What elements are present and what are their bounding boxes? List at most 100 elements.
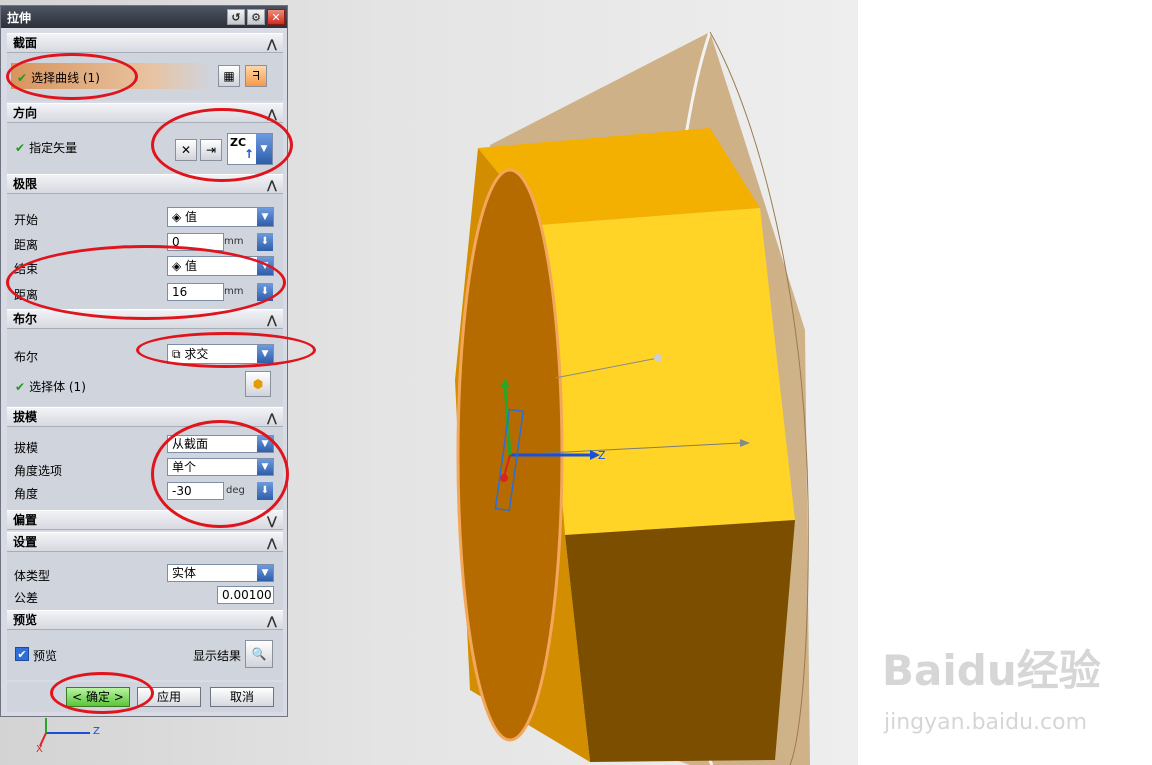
boolean-header[interactable]: 布尔 ⋀ bbox=[7, 309, 283, 329]
boolean-label: 布尔 bbox=[14, 350, 39, 364]
boolean-dropdown[interactable]: ⧉ 求交 ▼ bbox=[167, 344, 274, 364]
reset-icon[interactable]: ↺ bbox=[227, 9, 245, 25]
dialog-title: 拉伸 bbox=[7, 10, 32, 25]
section-header-label: 截面 bbox=[13, 36, 38, 50]
angle-input[interactable]: -30 bbox=[167, 482, 224, 500]
prism-front-face bbox=[540, 208, 795, 535]
limits-body: 开始 ◈ 值 ▼ 距离 0 mm ⬇ 结束 ◈ 值 ▼ 距离 16 mm ⬇ bbox=[7, 194, 283, 311]
angle-unit: deg bbox=[226, 485, 245, 496]
start-distance-unit: mm bbox=[224, 236, 244, 247]
draft-dropdown[interactable]: 从截面 ▼ bbox=[167, 435, 274, 453]
section-header[interactable]: 截面 ⋀ bbox=[7, 33, 283, 53]
start-distance-input[interactable]: 0 bbox=[167, 233, 224, 251]
arrow-down-icon[interactable]: ⬇ bbox=[257, 482, 273, 500]
angle-option-label: 角度选项 bbox=[14, 464, 63, 478]
draft-body: 拔模 从截面 ▼ 角度选项 单个 ▼ 角度 -30 deg ⬇ bbox=[7, 427, 283, 511]
triad-z-label: Z bbox=[93, 726, 100, 737]
ok-button[interactable]: < 确定 > bbox=[66, 687, 130, 707]
check-icon: ✔ bbox=[15, 141, 26, 155]
start-label: 开始 bbox=[14, 213, 39, 227]
start-distance-label: 距离 bbox=[14, 238, 39, 252]
chevron-down-icon[interactable]: ▼ bbox=[257, 565, 273, 581]
offset-header[interactable]: 偏置 ⋁ bbox=[7, 510, 283, 530]
settings-header-label: 设置 bbox=[13, 535, 38, 549]
end-dropdown[interactable]: ◈ 值 ▼ bbox=[167, 256, 274, 276]
chevron-down-icon[interactable]: ▼ bbox=[257, 208, 273, 226]
chevron-down-icon[interactable]: ▼ bbox=[257, 459, 273, 475]
preview-header[interactable]: 预览 ⋀ bbox=[7, 610, 283, 630]
body-type-value: 实体 bbox=[172, 566, 197, 580]
collapse-icon[interactable]: ⋀ bbox=[267, 612, 277, 631]
button-bar: < 确定 > 应用 取消 bbox=[7, 682, 283, 712]
direction-header[interactable]: 方向 ⋀ bbox=[7, 103, 283, 123]
dynamic-axis-z-label: Z bbox=[598, 449, 606, 462]
select-curve-label: 选择曲线 (1) bbox=[31, 71, 100, 85]
solid-body-icon[interactable]: ⬢ bbox=[245, 371, 271, 397]
gear-icon[interactable]: ⚙ bbox=[247, 9, 265, 25]
angle-option-dropdown[interactable]: 单个 ▼ bbox=[167, 458, 274, 476]
cube-icon: ◈ bbox=[172, 259, 186, 273]
triad-x-label: X bbox=[36, 744, 43, 755]
arrow-down-icon[interactable]: ⬇ bbox=[257, 233, 273, 251]
preview-checkbox[interactable]: ✔ bbox=[15, 647, 29, 661]
boolean-body: 布尔 ⧉ 求交 ▼ ✔ 选择体 (1) ⬢ bbox=[7, 329, 283, 406]
close-icon[interactable]: ✕ bbox=[267, 9, 285, 25]
collapse-icon[interactable]: ⋀ bbox=[267, 35, 277, 54]
extrude-dialog: 拉伸 ↺ ⚙ ✕ 截面 ⋀ ✔ 选择曲线 (1) ▦ ᖷ 方向 ⋀ ✔ 指定矢量 ✕ ⇥… bbox=[0, 5, 288, 717]
start-dropdown[interactable]: ◈ 值 ▼ bbox=[167, 207, 274, 227]
show-result-label: 显示结果 bbox=[193, 649, 242, 663]
offset-header-label: 偏置 bbox=[13, 513, 38, 527]
specify-vector-label: 指定矢量 bbox=[29, 141, 78, 155]
baidu-watermark: Baidu经验 jingyan.baidu.com bbox=[862, 632, 1152, 752]
direction-header-label: 方向 bbox=[13, 106, 38, 120]
body-type-dropdown[interactable]: 实体 ▼ bbox=[167, 564, 274, 582]
select-curve-row[interactable]: ✔ 选择曲线 (1) bbox=[11, 63, 211, 89]
tolerance-input[interactable]: 0.00100 bbox=[217, 586, 274, 604]
end-distance-label: 距离 bbox=[14, 288, 39, 302]
angle-label: 角度 bbox=[14, 487, 39, 501]
collapse-icon[interactable]: ⋀ bbox=[267, 105, 277, 124]
chevron-down-icon[interactable]: ▼ bbox=[257, 345, 273, 363]
end-value: 值 bbox=[185, 259, 198, 273]
settings-header[interactable]: 设置 ⋀ bbox=[7, 532, 283, 552]
arrow-down-icon[interactable]: ⬇ bbox=[257, 283, 273, 301]
magnifier-icon[interactable]: 🔍 bbox=[245, 640, 273, 668]
collapse-icon[interactable]: ⋀ bbox=[267, 534, 277, 553]
end-label: 结束 bbox=[14, 262, 39, 276]
reverse-direction-icon[interactable]: ✕ bbox=[175, 139, 197, 161]
cube-icon: ◈ bbox=[172, 210, 186, 224]
boolean-header-label: 布尔 bbox=[13, 312, 38, 326]
start-value: 值 bbox=[185, 210, 198, 224]
settings-body: 体类型 实体 ▼ 公差 0.00100 bbox=[7, 552, 283, 610]
draft-header[interactable]: 拔模 ⋀ bbox=[7, 407, 283, 427]
apply-button[interactable]: 应用 bbox=[137, 687, 201, 707]
chevron-down-icon[interactable]: ▼ bbox=[257, 257, 273, 275]
angle-option-value: 单个 bbox=[172, 460, 197, 474]
cancel-button[interactable]: 取消 bbox=[210, 687, 274, 707]
limits-header[interactable]: 极限 ⋀ bbox=[7, 174, 283, 194]
arrow-up-icon: ↑ bbox=[244, 147, 255, 161]
prism-bottom-face bbox=[565, 520, 795, 762]
vector-dropdown[interactable]: ZC ↑ ▼ bbox=[227, 133, 273, 165]
dialog-titlebar: 拉伸 ↺ ⚙ ✕ bbox=[1, 6, 287, 28]
limits-header-label: 极限 bbox=[13, 177, 38, 191]
chevron-down-icon[interactable]: ▼ bbox=[257, 436, 273, 452]
draft-value: 从截面 bbox=[172, 437, 209, 451]
tolerance-label: 公差 bbox=[14, 591, 39, 605]
curve-select-icon[interactable]: ᖷ bbox=[245, 65, 267, 87]
watermark-url: jingyan.baidu.com bbox=[884, 710, 1088, 735]
draft-label: 拔模 bbox=[14, 441, 39, 455]
collapse-icon[interactable]: ⋀ bbox=[267, 409, 277, 428]
select-body-label: 选择体 (1) bbox=[29, 380, 86, 394]
end-distance-unit: mm bbox=[224, 286, 244, 297]
end-distance-input[interactable]: 16 bbox=[167, 283, 224, 301]
sketch-section-icon[interactable]: ▦ bbox=[218, 65, 240, 87]
boolean-value: 求交 bbox=[184, 347, 209, 361]
expand-icon[interactable]: ⋁ bbox=[267, 512, 277, 531]
collapse-icon[interactable]: ⋀ bbox=[267, 176, 277, 195]
chevron-down-icon[interactable]: ▼ bbox=[256, 134, 272, 164]
collapse-icon[interactable]: ⋀ bbox=[267, 311, 277, 330]
vector-dialog-icon[interactable]: ⇥ bbox=[200, 139, 222, 161]
check-icon: ✔ bbox=[15, 380, 26, 394]
preview-label: 预览 bbox=[33, 649, 58, 663]
